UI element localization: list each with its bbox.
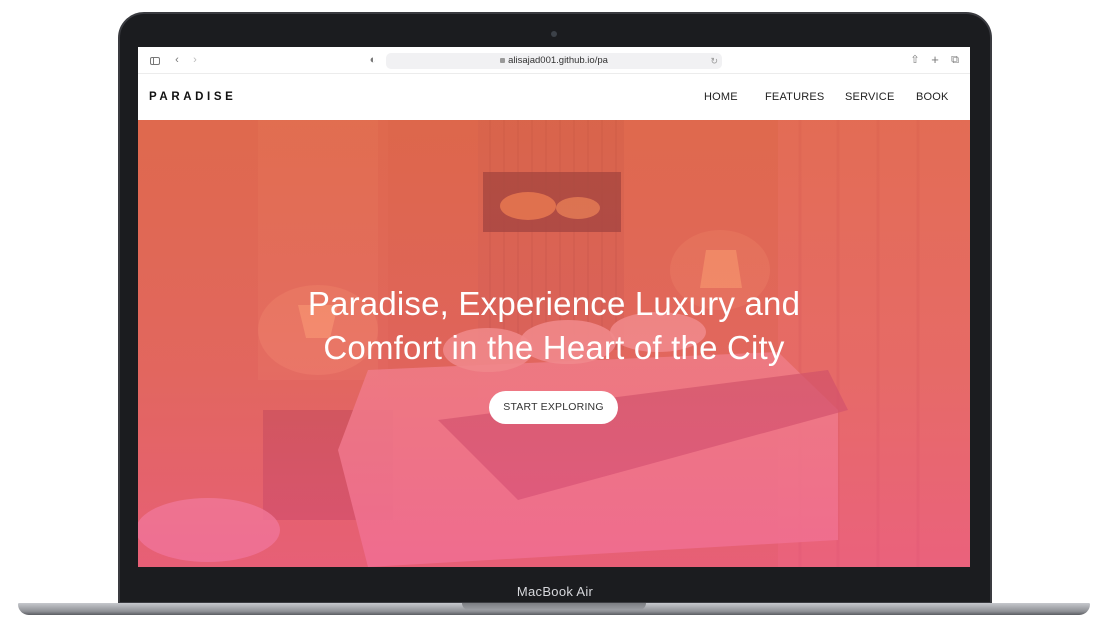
sidebar-toggle-icon[interactable] — [150, 57, 160, 65]
hero-title: Paradise, Experience Luxury and Comfort … — [204, 282, 904, 370]
nav-home[interactable]: HOME — [704, 91, 738, 103]
laptop-notch — [462, 603, 646, 610]
share-icon[interactable]: ⇧ — [909, 54, 921, 66]
reload-icon[interactable]: ↻ — [710, 53, 718, 69]
new-tab-icon[interactable]: + — [929, 53, 941, 66]
browser-window: ‹ › ◐ alisajad001.github.io/pa ↻ ⇧ + ⧉ P… — [138, 47, 970, 567]
site-logo[interactable]: PARADISE — [149, 91, 236, 103]
shield-icon[interactable]: ◐ — [367, 54, 379, 66]
hero-section: Paradise, Experience Luxury and Comfort … — [138, 120, 970, 567]
forward-icon[interactable]: › — [189, 54, 201, 66]
browser-toolbar: ‹ › ◐ alisajad001.github.io/pa ↻ ⇧ + ⧉ — [138, 47, 970, 74]
nav-service[interactable]: SERVICE — [845, 91, 895, 103]
camera-icon — [551, 31, 557, 37]
nav-features[interactable]: FEATURES — [765, 91, 824, 103]
address-bar[interactable]: alisajad001.github.io/pa ↻ — [386, 53, 722, 69]
hero-title-line-1: Paradise, Experience Luxury and — [307, 285, 801, 322]
tabs-overview-icon[interactable]: ⧉ — [949, 54, 961, 66]
back-icon[interactable]: ‹ — [171, 54, 183, 66]
device-label: MacBook Air — [516, 584, 594, 599]
start-exploring-button[interactable]: START EXPLORING — [489, 391, 618, 424]
site-navbar: PARADISE HOME FEATURES SERVICE BOOK — [138, 74, 970, 120]
lock-icon — [500, 58, 506, 63]
hero-title-line-2: Comfort in the Heart of the City — [323, 329, 785, 366]
url-text: alisajad001.github.io/pa — [508, 55, 608, 66]
nav-book[interactable]: BOOK — [916, 91, 949, 103]
